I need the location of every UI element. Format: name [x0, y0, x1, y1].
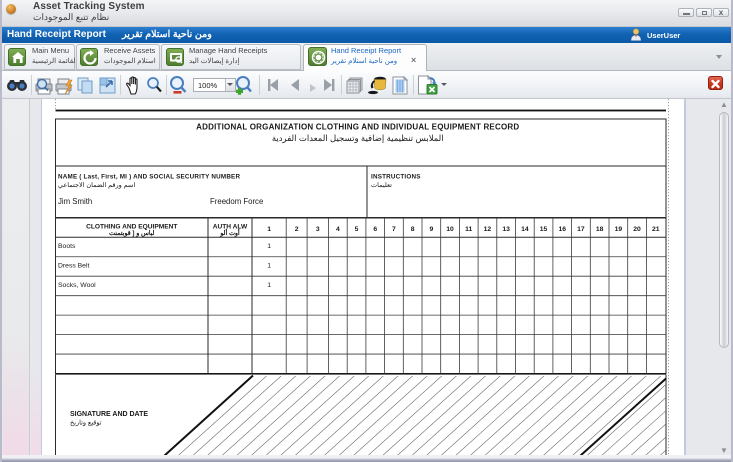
svg-text:20: 20: [633, 226, 641, 233]
svg-text:5: 5: [355, 226, 359, 233]
svg-text:أوت ألو: أوت ألو: [219, 228, 240, 237]
svg-text:اسم ورقم الضمان الاجتماعي: اسم ورقم الضمان الاجتماعي: [58, 181, 135, 189]
svg-text:الملابس تنظيمية إضافية وتسجيل: الملابس تنظيمية إضافية وتسجيل المعدات ال…: [272, 133, 444, 144]
svg-text:تعليمات: تعليمات: [371, 181, 392, 189]
svg-text:Socks, Wool: Socks, Wool: [58, 282, 96, 289]
svg-text:11: 11: [465, 226, 472, 233]
svg-text:لباس و [ قوبتمنت: لباس و [ قوبتمنت: [109, 230, 155, 237]
svg-text:17: 17: [577, 226, 585, 233]
svg-text:ADDITIONAL ORGANIZATION CLOTHI: ADDITIONAL ORGANIZATION CLOTHING AND IND…: [196, 123, 519, 132]
svg-text:Freedom Force: Freedom Force: [210, 197, 263, 206]
svg-text:12: 12: [484, 226, 492, 233]
svg-text:21: 21: [652, 226, 660, 233]
svg-text:18: 18: [596, 226, 604, 233]
svg-text:NAME ( Last, First, MI ) AND S: NAME ( Last, First, MI ) AND SOCIAL SECU…: [58, 174, 240, 181]
svg-text:13: 13: [502, 226, 510, 233]
svg-text:14: 14: [521, 226, 529, 233]
svg-text:6: 6: [373, 226, 377, 233]
svg-text:7: 7: [392, 226, 396, 233]
svg-text:15: 15: [540, 226, 548, 233]
svg-text:Dress Belt: Dress Belt: [58, 262, 89, 269]
svg-text:توقيع وتاريخ: توقيع وتاريخ: [70, 419, 102, 427]
svg-text:3: 3: [316, 226, 320, 233]
svg-text:10: 10: [446, 226, 454, 233]
svg-text:19: 19: [615, 226, 623, 233]
svg-text:16: 16: [558, 226, 566, 233]
svg-text:Boots: Boots: [58, 243, 76, 250]
svg-text:1: 1: [267, 282, 271, 289]
svg-text:1: 1: [267, 243, 271, 250]
svg-text:2: 2: [295, 226, 299, 233]
svg-text:1: 1: [267, 262, 271, 269]
svg-text:1: 1: [267, 226, 271, 233]
svg-text:SIGNATURE AND DATE: SIGNATURE AND DATE: [70, 411, 148, 418]
svg-text:4: 4: [336, 226, 340, 233]
svg-text:Jim Smith: Jim Smith: [58, 197, 92, 206]
svg-text:8: 8: [411, 226, 415, 233]
svg-text:9: 9: [429, 226, 433, 233]
svg-text:INSTRUCTIONS: INSTRUCTIONS: [371, 174, 421, 181]
